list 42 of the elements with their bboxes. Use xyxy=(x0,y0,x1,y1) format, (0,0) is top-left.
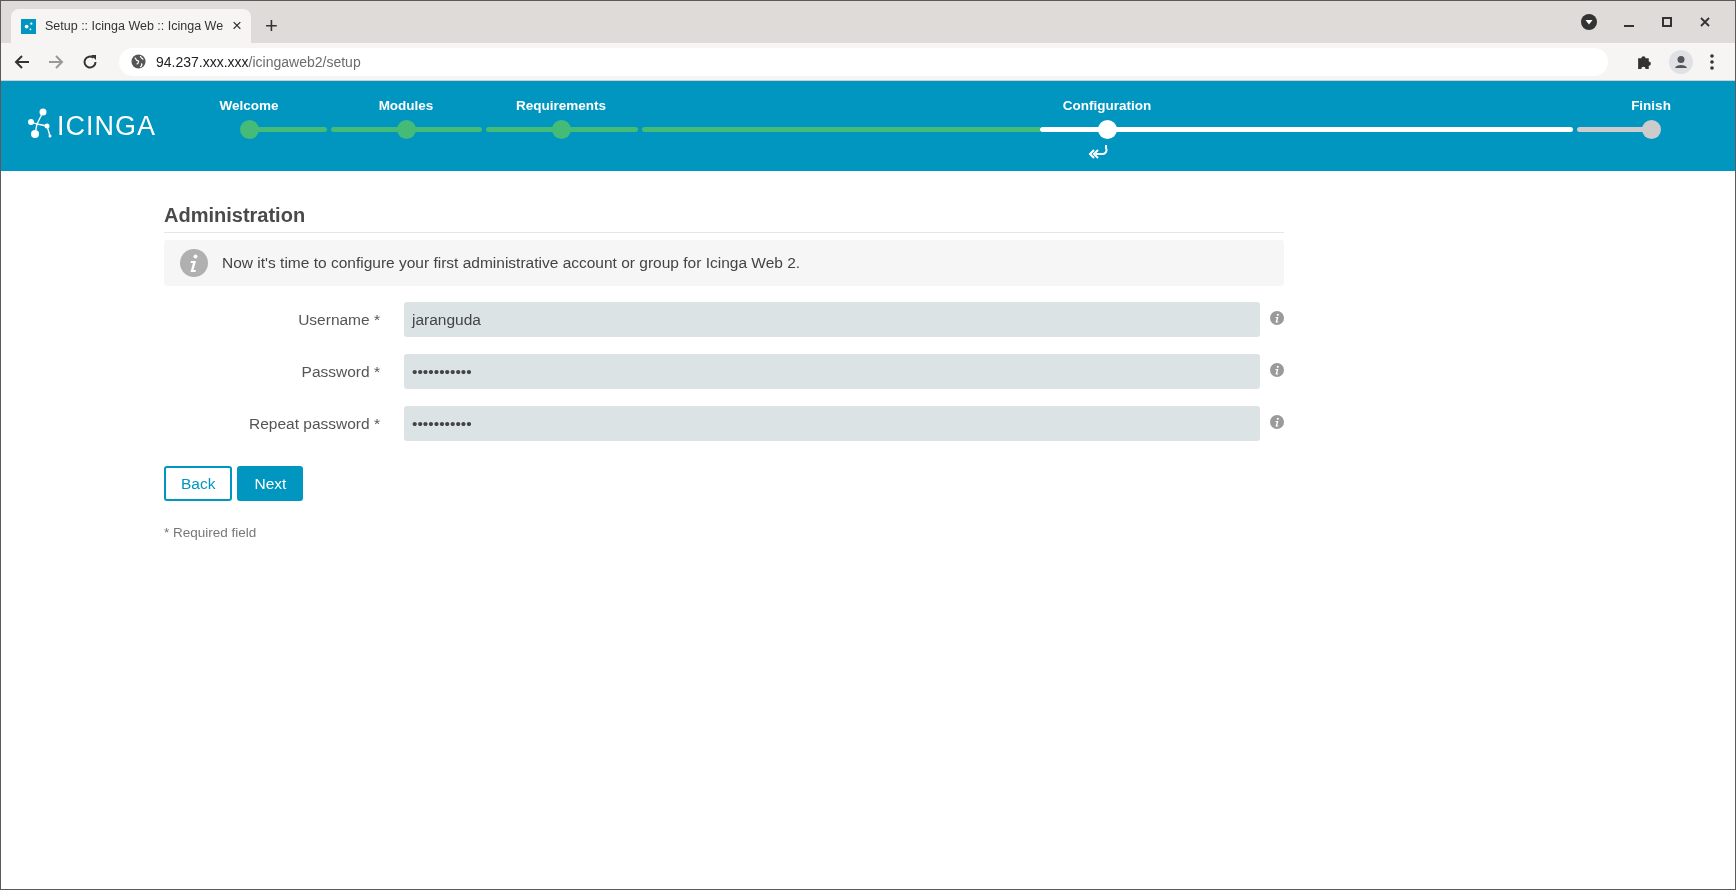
step-dot[interactable] xyxy=(1641,120,1661,139)
info-icon[interactable] xyxy=(1270,362,1284,377)
info-icon[interactable] xyxy=(1270,414,1284,429)
field-label: Username * xyxy=(297,310,381,329)
step-label: Requirements xyxy=(516,97,606,115)
info-text: Now it's time to configure your first administrative account or group for Icinga Web 2. xyxy=(222,254,801,272)
url-text: 94.237.xxx.xxx/icingaweb2/setup xyxy=(156,53,361,70)
icinga-logo: ICINGA xyxy=(1,81,210,171)
address-bar[interactable]: 94.237.xxx.xxx/icingaweb2/setup xyxy=(119,47,1608,76)
step-label: Modules xyxy=(378,97,434,115)
step-label: Welcome xyxy=(219,97,279,115)
step-dot[interactable] xyxy=(551,120,571,139)
step-dot[interactable] xyxy=(1097,120,1117,139)
input-field[interactable]: ••••••••••• xyxy=(404,406,1260,441)
info-icon xyxy=(180,249,208,277)
browser-tab[interactable]: Setup :: Icinga Web :: Icinga We × xyxy=(11,9,251,43)
field-label: Password * xyxy=(300,362,381,381)
info-icon[interactable] xyxy=(1270,310,1284,325)
back-icon[interactable] xyxy=(13,52,31,71)
step-dot[interactable] xyxy=(396,120,416,139)
input-field[interactable]: ••••••••••• xyxy=(404,354,1260,389)
puzzle-icon[interactable] xyxy=(1636,53,1653,70)
menu-icon[interactable] xyxy=(1709,52,1715,71)
section-title: Administration xyxy=(164,204,1284,233)
field-label: Repeat password * xyxy=(248,414,381,433)
favicon-icon xyxy=(21,18,36,34)
profile-icon[interactable] xyxy=(1669,49,1693,74)
globe-icon xyxy=(131,54,146,69)
step-label: Configuration xyxy=(1062,97,1152,115)
current-step-icon xyxy=(1088,143,1110,159)
input-field[interactable]: jaranguda xyxy=(404,302,1260,337)
maximize-icon[interactable] xyxy=(1661,16,1673,28)
tab-title: Setup :: Icinga Web :: Icinga We xyxy=(45,19,224,33)
close-icon[interactable] xyxy=(1699,16,1711,28)
forward-icon[interactable] xyxy=(47,52,65,71)
required-note: * Required field xyxy=(164,525,258,540)
tab-search-icon[interactable] xyxy=(1581,14,1597,30)
step-dot[interactable] xyxy=(239,120,259,139)
new-tab-button[interactable]: + xyxy=(265,15,278,37)
reload-icon[interactable] xyxy=(81,52,99,71)
close-tab-button[interactable]: × xyxy=(232,16,243,36)
step-label: Finish xyxy=(1631,97,1671,115)
